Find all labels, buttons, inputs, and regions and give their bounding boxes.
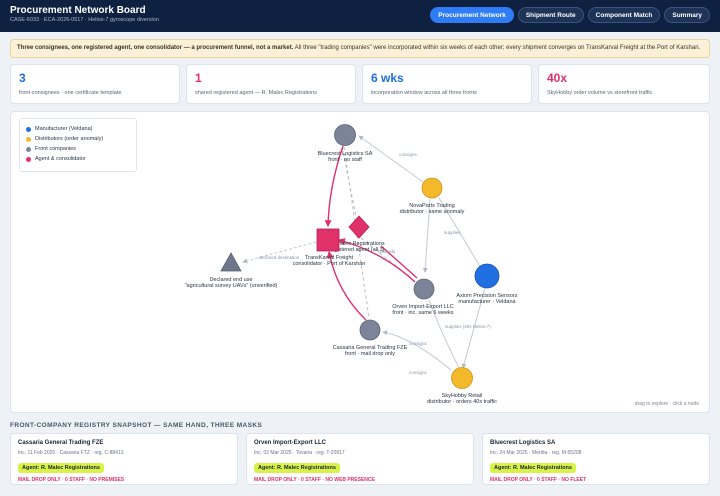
registry-card-orven[interactable]: Orven Import-Export LLC Inc. 02 Mar 2025… — [246, 433, 474, 485]
kpi-value: 3 — [19, 71, 26, 85]
graph-legend: Manufacturer (Veldana) Distributors (ord… — [19, 118, 137, 172]
kpi-label: SkyHobby order volume vs storefront traf… — [547, 90, 653, 96]
node-subtitle: distributor · orders 40x traffic — [427, 399, 497, 405]
registry-card-bluecrest[interactable]: Bluecrest Logistics SA Inc. 24 Mar 2025 … — [482, 433, 710, 485]
node-orven[interactable]: Orven Import-Export LLC front · inc. sam… — [392, 278, 454, 316]
edge-label: consigns — [409, 370, 428, 375]
company-name: Orven Import-Export LLC — [254, 440, 327, 446]
kpi-value: 6 wks — [371, 71, 404, 85]
legend-item-distributors: Distributors (order anomaly) — [26, 134, 130, 144]
edge-label: consigns — [399, 152, 418, 157]
legend-label: Agent & consolidator — [35, 156, 86, 162]
legend-swatch — [26, 126, 31, 132]
tab-shipment-route[interactable]: Shipment Route — [517, 7, 584, 23]
legend-swatch — [26, 136, 31, 142]
agent-badge: Agent: R. Malec Registrations — [18, 463, 104, 473]
banner-lead: Three consignees, one registered agent, … — [17, 45, 294, 51]
company-meta: Inc. 24 Mar 2025 · Merdia · reg. M-55208 — [490, 450, 582, 456]
kpi-value: 40x — [547, 71, 568, 85]
company-flags: MAIL DROP ONLY · 0 STAFF · NO WEB PRESEN… — [254, 477, 375, 483]
banner-body: All three "trading companies" were incor… — [293, 45, 701, 51]
graph-hint: drag to explore · click a node — [634, 401, 699, 407]
top-bar: Procurement Network Board CASE-6033 · EC… — [0, 0, 720, 32]
node-subtitle: "agricultural survey UAVs" (unverified) — [185, 283, 278, 289]
kpi-card-agent: 1 shared registered agent — R. Malec Reg… — [186, 64, 356, 104]
company-flags: MAIL DROP ONLY · 0 STAFF · NO PREMISES — [18, 477, 125, 483]
node-cassaria[interactable]: Cassaria General Trading FZE front · mai… — [333, 319, 408, 357]
node-skyhobby[interactable]: SkyHobby Retail distributor · orders 40x… — [427, 367, 497, 406]
edge-label: supplies (40x Helios-7) — [445, 324, 491, 329]
node-subtitle: manufacturer · Veldana — [458, 299, 516, 305]
edge-label: supplies — [444, 230, 461, 235]
agent-badge: Agent: R. Malec Registrations — [490, 463, 576, 473]
node-novaparts[interactable]: NovaParts Trading distributor · same ano… — [400, 177, 465, 215]
legend-swatch — [26, 156, 31, 162]
finding-banner: Three consignees, one registered agent, … — [10, 39, 710, 58]
kpi-label: front-consignees · one certificate templ… — [19, 90, 122, 96]
node-subtitle: front · mail drop only — [345, 351, 395, 357]
node-axiom[interactable]: Axiom Precision Sensors manufacturer · V… — [456, 263, 518, 305]
kpi-label: incorporation window across all three fr… — [371, 90, 477, 96]
node-bluecrest[interactable]: Bluecrest Logistics SA front · no staff — [318, 124, 373, 164]
kpi-card-volume: 40x SkyHobby order volume vs storefront … — [538, 64, 710, 104]
case-subtitle: CASE-6033 · ECA-2026-0517 · Helios-7 gyr… — [10, 17, 159, 23]
kpi-value: 1 — [195, 71, 202, 85]
company-flags: MAIL DROP ONLY · 0 STAFF · NO FLEET — [490, 477, 587, 483]
kpi-label: shared registered agent — R. Malec Regis… — [195, 90, 317, 96]
tab-summary[interactable]: Summary — [664, 7, 710, 23]
edge-label: declared destination — [259, 255, 300, 260]
agent-badge: Agent: R. Malec Registrations — [254, 463, 340, 473]
node-subtitle: distributor · same anomaly — [400, 209, 465, 215]
company-name: Cassaria General Trading FZE — [18, 440, 104, 446]
company-meta: Inc. 02 Mar 2025 · Tovaria · reg. T-2091… — [254, 450, 345, 456]
tab-procurement-network[interactable]: Procurement Network — [430, 7, 514, 23]
kpi-card-fronts: 3 front-consignees · one certificate tem… — [10, 64, 180, 104]
nav-tabs: Procurement Network Shipment Route Compo… — [430, 7, 710, 23]
edge-label: consigns — [409, 341, 428, 346]
legend-item-agent: Agent & consolidator — [26, 154, 130, 164]
legend-item-manufacturer: Manufacturer (Veldana) — [26, 124, 130, 134]
kpi-card-window: 6 wks incorporation window across all th… — [362, 64, 532, 104]
legend-label: Manufacturer (Veldana) — [35, 126, 93, 132]
node-subtitle: consolidator · Port of Karshan — [293, 261, 366, 267]
registry-section-title: FRONT-COMPANY REGISTRY SNAPSHOT — SAME H… — [10, 422, 263, 429]
network-graph-panel: consigns supplies declared destination f… — [10, 111, 710, 413]
page-title: Procurement Network Board — [10, 5, 146, 16]
registry-card-cassaria[interactable]: Cassaria General Trading FZE Inc. 11 Feb… — [10, 433, 238, 485]
node-subtitle: front · inc. same 6 weeks — [392, 310, 453, 316]
company-meta: Inc. 11 Feb 2025 · Cassaria FTZ · reg. C… — [18, 450, 124, 456]
legend-label: Front companies — [35, 146, 76, 152]
company-name: Bluecrest Logistics SA — [490, 440, 556, 446]
legend-item-fronts: Front companies — [26, 144, 130, 154]
edge-nova-bluecrest — [358, 135, 424, 183]
legend-swatch — [26, 146, 31, 152]
node-subtitle: front · no staff — [328, 157, 362, 163]
legend-label: Distributors (order anomaly) — [35, 136, 104, 142]
tab-component-match[interactable]: Component Match — [587, 7, 661, 23]
